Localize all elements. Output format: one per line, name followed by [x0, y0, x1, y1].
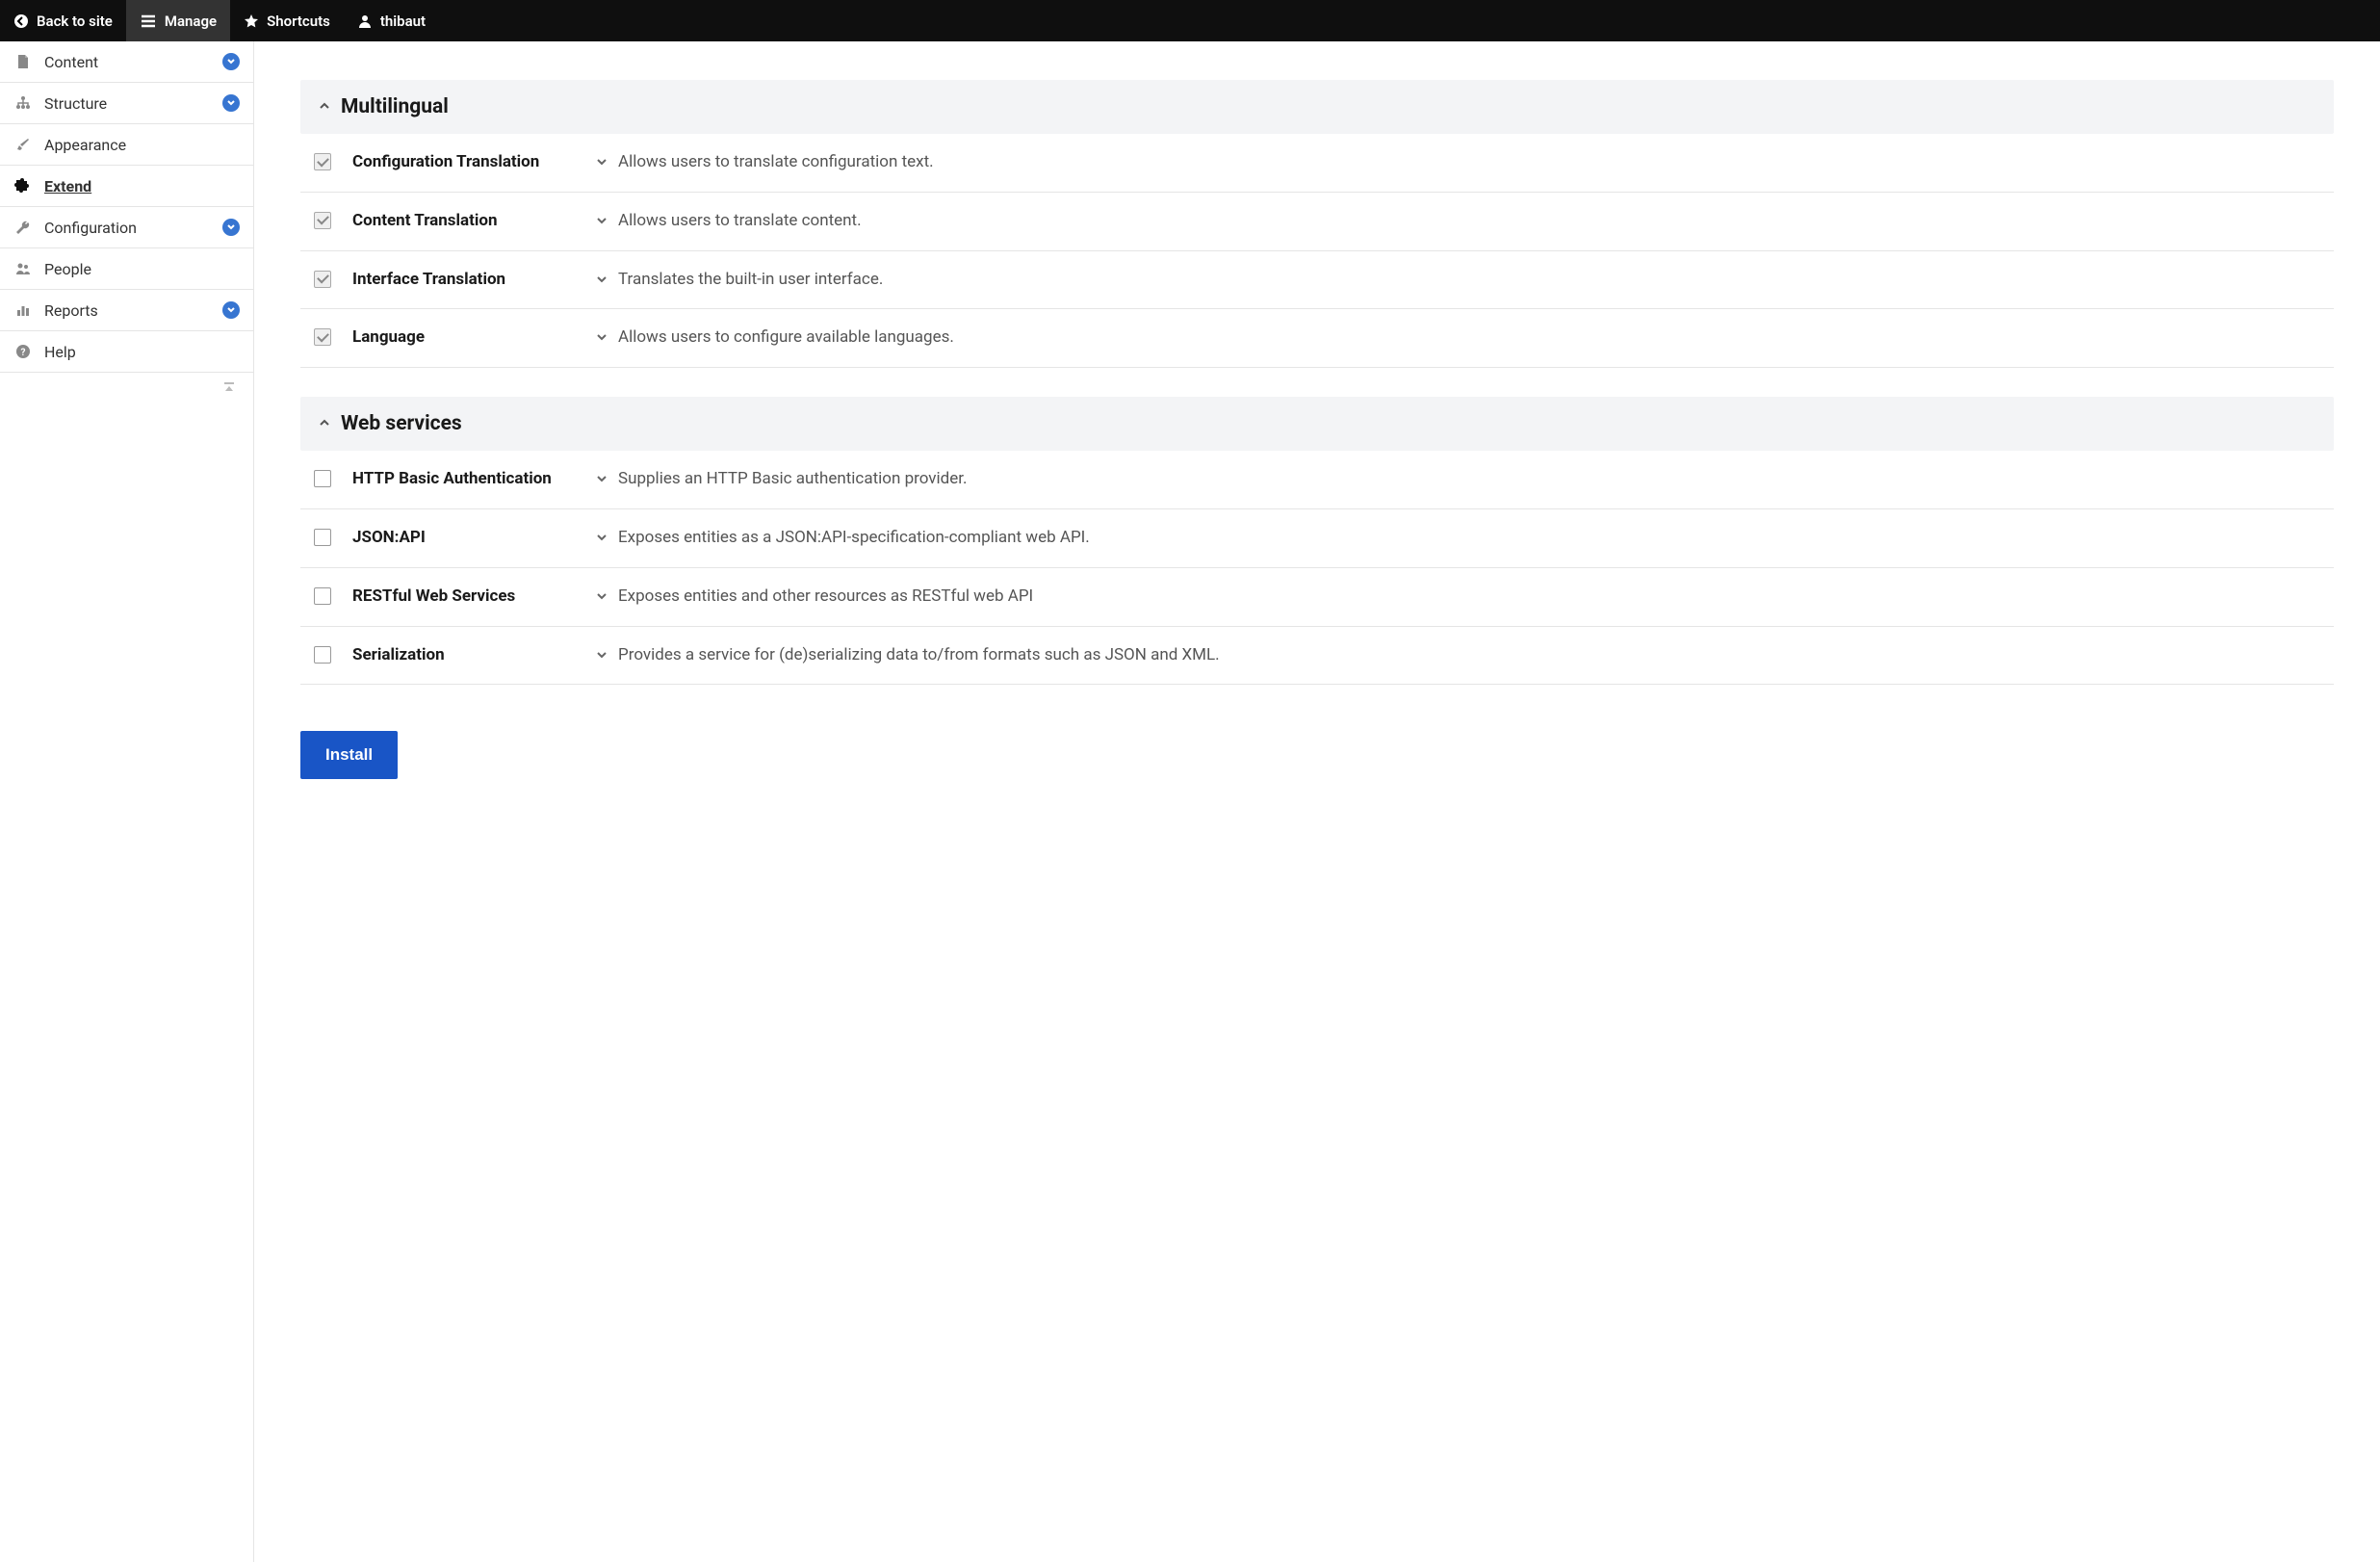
module-checkbox[interactable] — [314, 529, 331, 546]
module-description: Allows users to translate content. — [618, 210, 862, 233]
module-name: Configuration Translation — [352, 151, 574, 173]
sidebar-item-reports[interactable]: Reports — [0, 290, 253, 331]
chevron-down-icon — [222, 219, 240, 236]
chevron-down-icon[interactable] — [595, 213, 608, 231]
puzzle-icon — [13, 176, 33, 195]
module-description: Translates the built-in user interface. — [618, 269, 883, 292]
sidebar-item-label: Content — [44, 53, 211, 71]
shortcuts-label: Shortcuts — [267, 13, 330, 30]
chevron-up-icon — [318, 415, 331, 433]
user-icon — [357, 13, 373, 29]
manage-menu[interactable]: Manage — [126, 0, 230, 41]
module-checkbox[interactable] — [314, 587, 331, 605]
module-name: Interface Translation — [352, 269, 574, 291]
chevron-down-icon — [222, 53, 240, 70]
collapse-icon — [222, 380, 236, 398]
module-checkbox[interactable] — [314, 646, 331, 664]
sidebar-item-label: Help — [44, 343, 240, 361]
module-checkbox[interactable] — [314, 328, 331, 346]
chevron-down-icon — [222, 301, 240, 319]
sidebar-item-label: Extend — [44, 177, 240, 195]
back-icon — [13, 13, 29, 29]
module-description: Exposes entities and other resources as … — [618, 586, 1033, 609]
manage-label: Manage — [165, 13, 217, 30]
module-checkbox[interactable] — [314, 271, 331, 288]
module-description: Provides a service for (de)serializing d… — [618, 644, 1220, 667]
sidebar-item-label: Reports — [44, 301, 211, 320]
module-description: Allows users to translate configuration … — [618, 151, 934, 174]
sidebar: Content Structure Appearance Exten — [0, 41, 254, 1562]
sidebar-collapse[interactable] — [0, 373, 253, 409]
sidebar-item-label: Structure — [44, 94, 211, 113]
bar-chart-icon — [13, 300, 33, 320]
section-title: Web services — [341, 412, 462, 435]
sidebar-item-label: Configuration — [44, 219, 211, 237]
module-checkbox[interactable] — [314, 153, 331, 170]
sidebar-item-appearance[interactable]: Appearance — [0, 124, 253, 166]
section-title: Multilingual — [341, 95, 449, 118]
sidebar-item-label: Appearance — [44, 136, 240, 154]
file-icon — [13, 52, 33, 71]
chevron-down-icon — [222, 94, 240, 112]
people-icon — [13, 259, 33, 278]
module-name: HTTP Basic Authentication — [352, 468, 574, 490]
shortcuts-menu[interactable]: Shortcuts — [230, 0, 344, 41]
sidebar-item-content[interactable]: Content — [0, 41, 253, 83]
module-row: Content Translation Allows users to tran… — [300, 193, 2334, 251]
module-row: JSON:API Exposes entities as a JSON:API-… — [300, 509, 2334, 568]
sidebar-item-extend[interactable]: Extend — [0, 166, 253, 207]
back-to-site[interactable]: Back to site — [0, 0, 126, 41]
sidebar-item-structure[interactable]: Structure — [0, 83, 253, 124]
chevron-up-icon — [318, 98, 331, 117]
module-row: HTTP Basic Authentication Supplies an HT… — [300, 451, 2334, 509]
module-row: RESTful Web Services Exposes entities an… — [300, 568, 2334, 627]
chevron-down-icon[interactable] — [595, 329, 608, 348]
sidebar-item-label: People — [44, 260, 240, 278]
module-name: Serialization — [352, 644, 574, 666]
sidebar-item-help[interactable]: ? Help — [0, 331, 253, 373]
section-header-multilingual[interactable]: Multilingual — [300, 80, 2334, 134]
back-label: Back to site — [37, 13, 113, 30]
module-row: Language Allows users to configure avail… — [300, 309, 2334, 368]
chevron-down-icon[interactable] — [595, 471, 608, 489]
module-description: Exposes entities as a JSON:API-specifica… — [618, 527, 1090, 550]
wrench-icon — [13, 218, 33, 237]
chevron-down-icon[interactable] — [595, 154, 608, 172]
topbar: Back to site Manage Shortcuts thibaut — [0, 0, 2380, 41]
sidebar-item-configuration[interactable]: Configuration — [0, 207, 253, 248]
sidebar-item-people[interactable]: People — [0, 248, 253, 290]
module-name: JSON:API — [352, 527, 574, 549]
section-header-web-services[interactable]: Web services — [300, 397, 2334, 451]
user-menu[interactable]: thibaut — [344, 0, 439, 41]
module-row: Interface Translation Translates the bui… — [300, 251, 2334, 310]
user-label: thibaut — [380, 13, 426, 30]
chevron-down-icon[interactable] — [595, 272, 608, 290]
help-icon: ? — [13, 342, 33, 361]
module-row: Configuration Translation Allows users t… — [300, 134, 2334, 193]
module-row: Serialization Provides a service for (de… — [300, 627, 2334, 686]
svg-text:?: ? — [21, 348, 26, 358]
chevron-down-icon[interactable] — [595, 647, 608, 665]
install-button[interactable]: Install — [300, 731, 398, 779]
module-checkbox[interactable] — [314, 212, 331, 229]
module-name: Content Translation — [352, 210, 574, 232]
hamburger-icon — [140, 13, 157, 30]
hierarchy-icon — [13, 93, 33, 113]
star-icon — [244, 13, 259, 29]
chevron-down-icon[interactable] — [595, 588, 608, 607]
module-description: Allows users to configure available lang… — [618, 326, 954, 350]
module-description: Supplies an HTTP Basic authentication pr… — [618, 468, 967, 491]
main-content: Multilingual Configuration Translation A… — [254, 41, 2380, 1562]
module-checkbox[interactable] — [314, 470, 331, 487]
chevron-down-icon[interactable] — [595, 530, 608, 548]
paintbrush-icon — [13, 135, 33, 154]
module-name: Language — [352, 326, 574, 349]
module-name: RESTful Web Services — [352, 586, 574, 608]
